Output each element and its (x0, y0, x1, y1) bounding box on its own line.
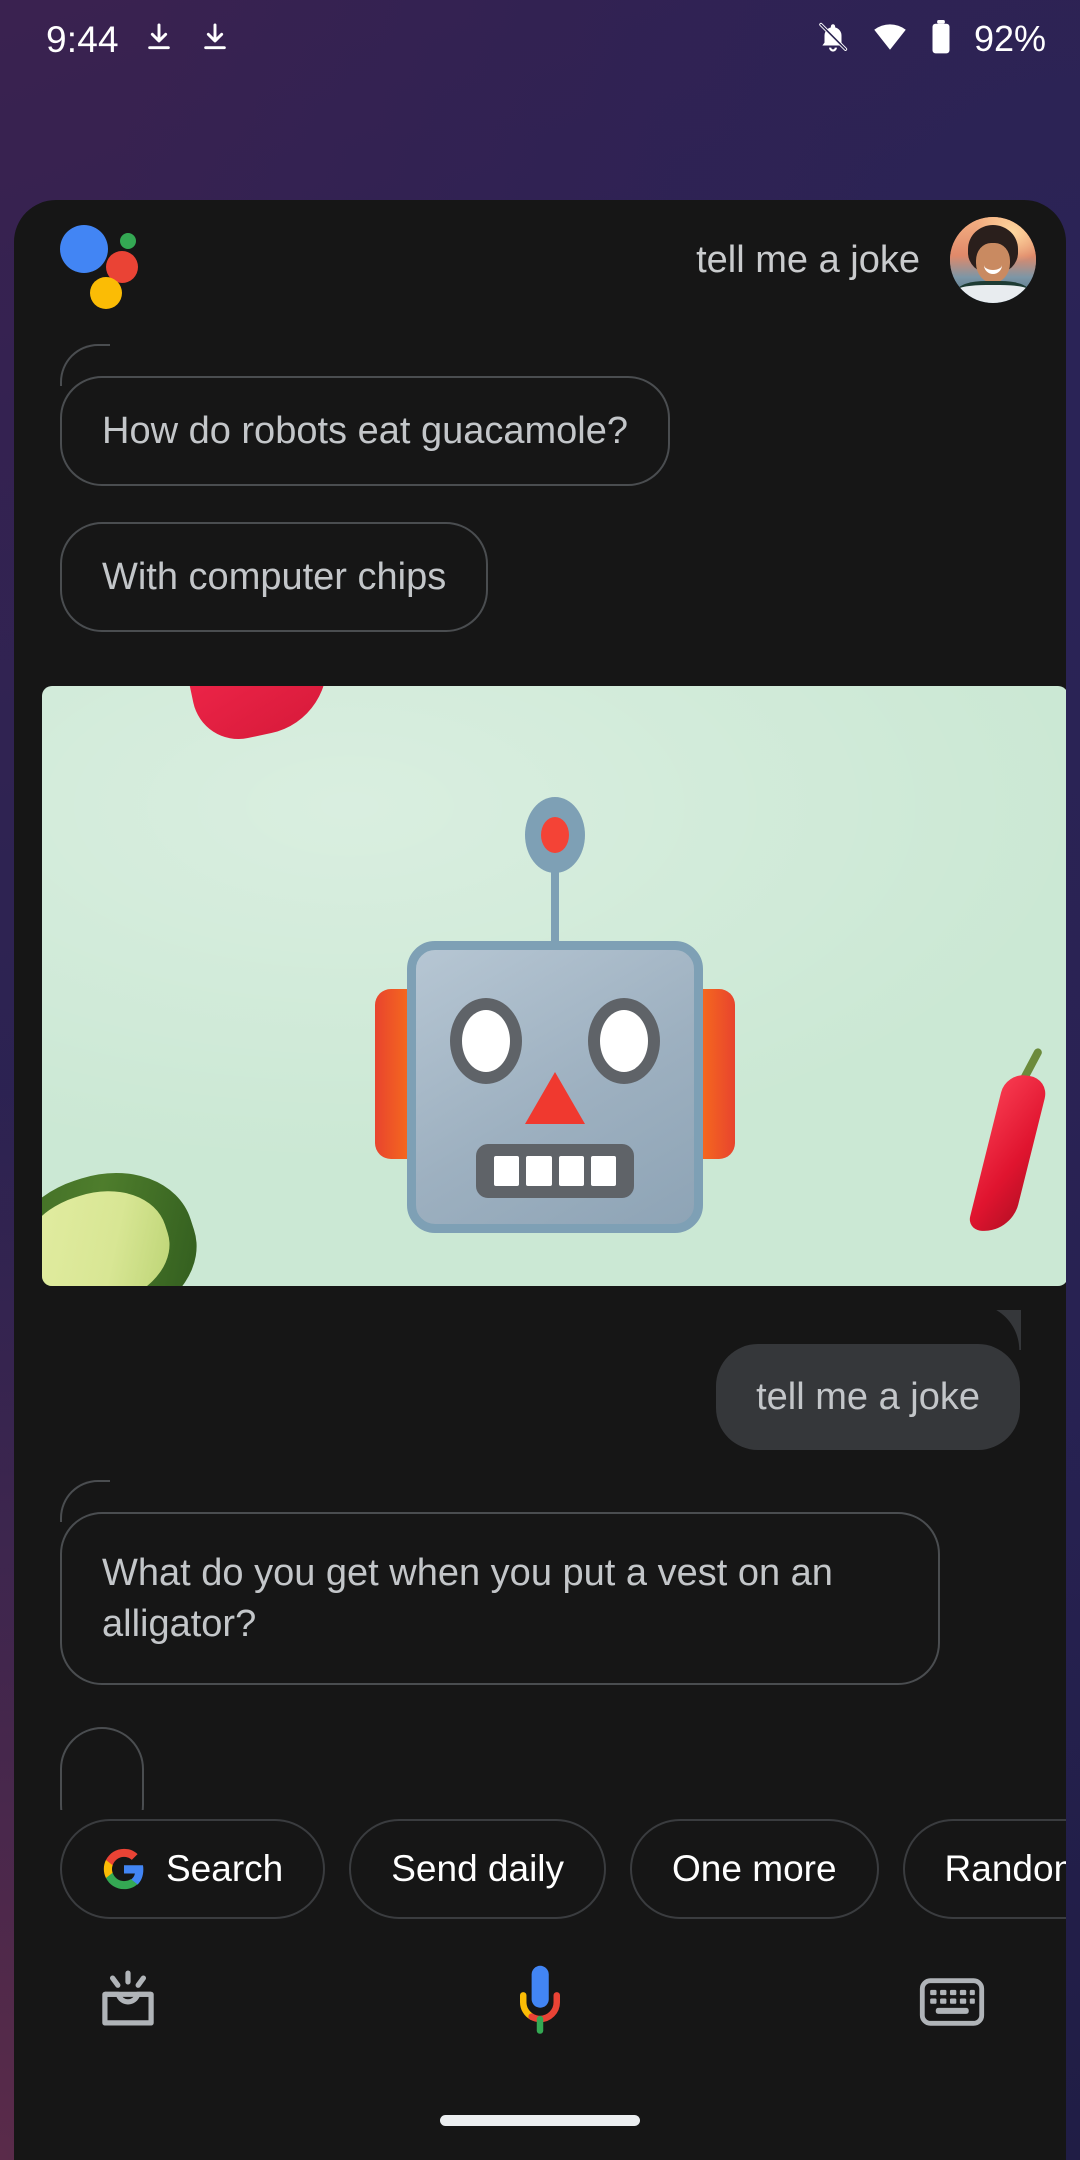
joke-image-card[interactable] (42, 686, 1066, 1287)
robot-tooth (558, 1156, 584, 1187)
keyboard-icon[interactable] (902, 1952, 1002, 2052)
message-text: What do you get when you put a vest on a… (102, 1552, 833, 1645)
robot-nose (525, 1072, 585, 1125)
message-row (14, 686, 1066, 1287)
user-message-bubble[interactable]: tell me a joke (716, 1344, 1020, 1451)
google-g-icon (102, 1847, 146, 1891)
robot-face-illustration (375, 763, 735, 1234)
avocado-flesh (42, 1173, 184, 1287)
download-icon (199, 21, 231, 58)
header-query-text: tell me a joke (696, 238, 920, 281)
avatar-face (976, 243, 1010, 283)
assistant-dot-blue (60, 225, 108, 273)
phone-screen: 9:44 92% tell me a joke How do robots ea… (0, 0, 1080, 2160)
google-assistant-logo[interactable] (60, 219, 142, 309)
chip-search[interactable]: Search (60, 1819, 326, 1919)
robot-eye-right (588, 998, 660, 1085)
robot-tooth (494, 1156, 520, 1187)
status-bar-left: 9:44 (46, 21, 231, 58)
assistant-panel: tell me a joke How do robots eat guacamo… (14, 200, 1066, 2160)
chip-one-more[interactable]: One more (630, 1819, 879, 1919)
robot-head (407, 941, 703, 1234)
message-text: How do robots eat guacamole? (102, 410, 628, 452)
message-text: With computer chips (102, 556, 447, 599)
assistant-dot-yellow (90, 277, 122, 309)
notifications-off-icon (816, 20, 850, 59)
google-mic-icon[interactable] (490, 1952, 590, 2052)
download-icon (143, 21, 175, 58)
robot-tooth (590, 1156, 616, 1187)
avatar-shirt (958, 281, 1028, 303)
robot-tooth (526, 1156, 552, 1187)
assistant-message-bubble[interactable]: What do you get when you put a vest on a… (60, 1480, 940, 1685)
home-gesture-indicator[interactable] (440, 2115, 640, 2126)
message-row: tell me a joke (14, 1344, 1066, 1451)
assistant-header: tell me a joke (14, 200, 1066, 320)
status-bar: 9:44 92% (0, 0, 1080, 78)
assistant-message-bubble[interactable]: How do robots eat guacamole? (60, 343, 670, 487)
battery-percent-label: 92% (973, 18, 1046, 59)
user-avatar[interactable] (950, 217, 1036, 303)
assistant-header-right: tell me a joke (696, 217, 1036, 303)
chip-label: Send daily (391, 1848, 565, 1889)
message-row: With computer chips (14, 522, 1066, 633)
wifi-icon (872, 22, 908, 57)
chip-random[interactable]: Random (902, 1819, 1066, 1919)
suggestion-chips-row[interactable]: Search Send daily One more Random (14, 1810, 1066, 1928)
chip-send-daily[interactable]: Send daily (349, 1819, 607, 1919)
robot-mouth (476, 1144, 634, 1199)
message-text: tell me a joke (756, 1376, 980, 1419)
assistant-dot-green (120, 233, 136, 249)
assistant-bottom-bar (14, 1928, 1066, 2076)
message-row: How do robots eat guacamole? (14, 343, 1066, 487)
snapshot-icon[interactable] (78, 1952, 178, 2052)
conversation-list: How do robots eat guacamole? With comput… (14, 320, 1066, 1852)
robot-eye-left (450, 998, 522, 1085)
assistant-message-bubble[interactable]: With computer chips (60, 522, 489, 633)
status-bar-right: 92% (816, 18, 1046, 59)
chip-label: Random (944, 1848, 1066, 1889)
status-bar-clock: 9:44 (46, 18, 119, 60)
message-row: What do you get when you put a vest on a… (14, 1480, 1066, 1685)
chip-label: One more (672, 1848, 837, 1889)
battery-icon (930, 19, 952, 59)
chip-label: Search (166, 1848, 284, 1889)
